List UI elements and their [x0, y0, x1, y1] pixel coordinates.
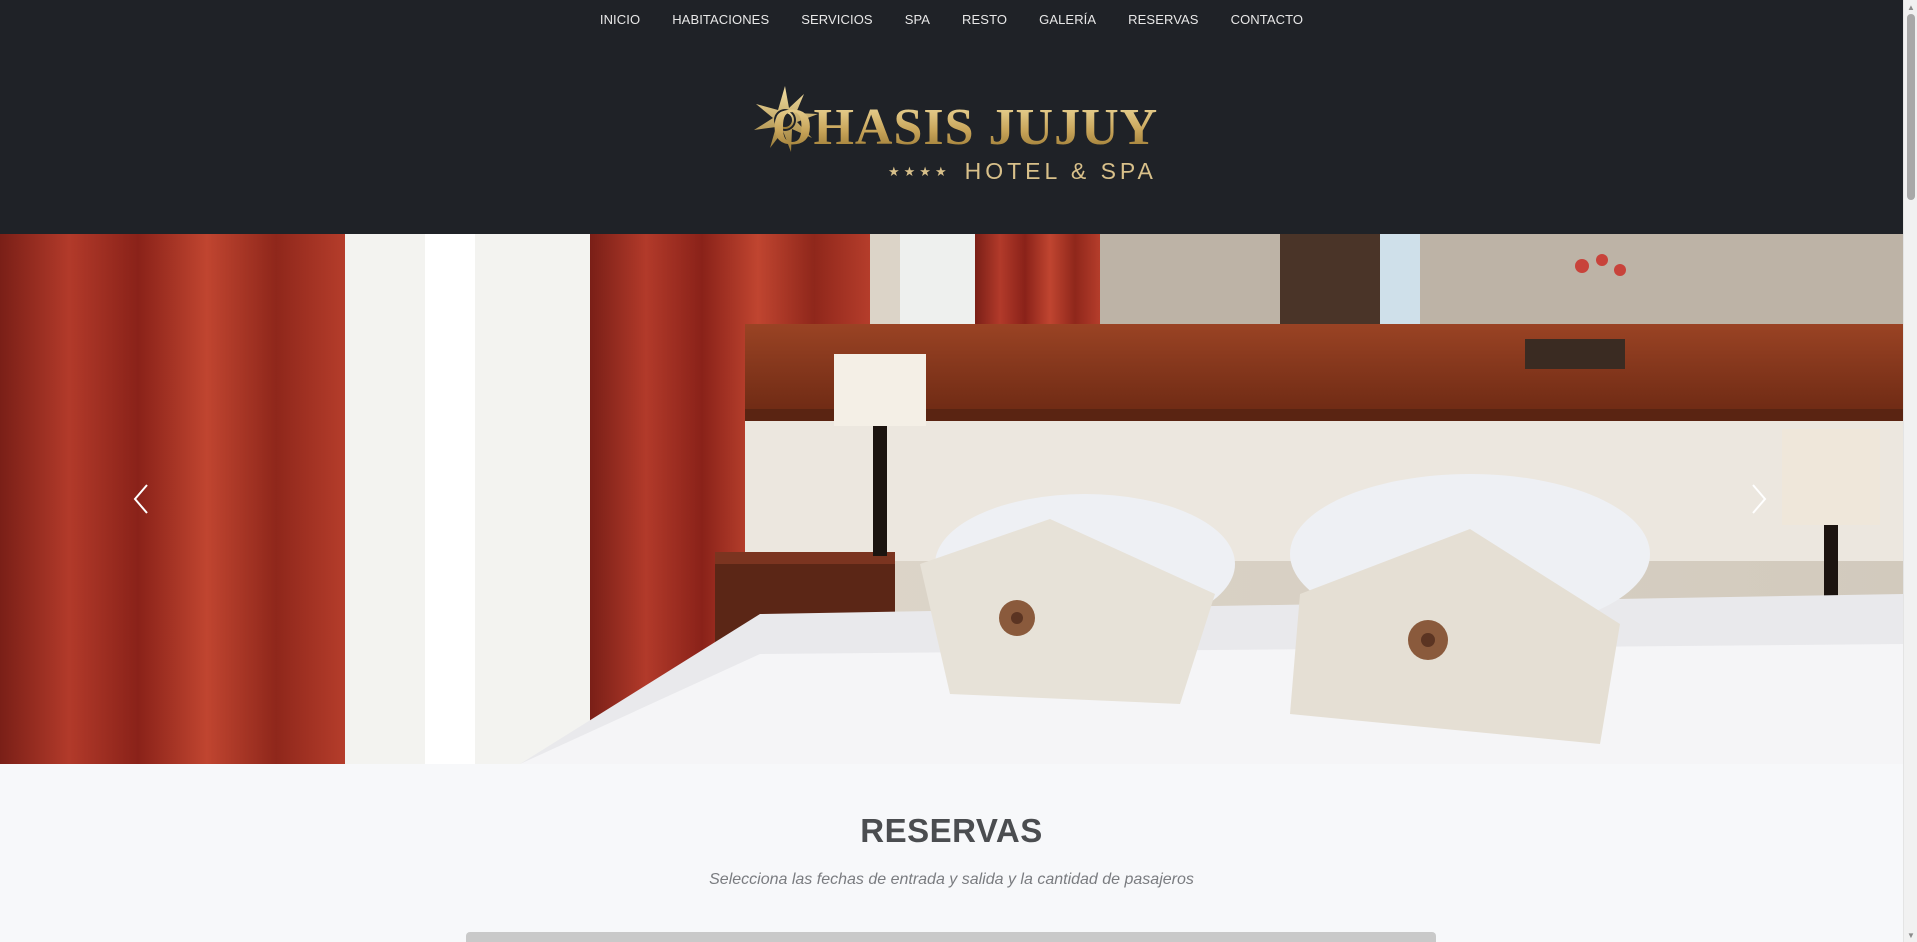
scroll-thumb[interactable] — [1907, 14, 1915, 200]
nav-item-inicio[interactable]: INICIO — [584, 12, 656, 28]
hero-room-photo — [0, 234, 1903, 764]
nav-item-habitaciones[interactable]: HABITACIONES — [656, 12, 785, 28]
logo-subtitle: HOTEL & SPA — [964, 158, 1157, 184]
nav-item-galeria[interactable]: GALERÍA — [1023, 12, 1112, 28]
nav-item-servicios[interactable]: SERVICIOS — [785, 12, 888, 28]
chevron-left-icon — [133, 484, 148, 514]
page-scrollbar[interactable]: ▲ ▼ — [1903, 0, 1917, 942]
logo-stars: ★★★★ — [888, 163, 951, 179]
nav-item-resto[interactable]: RESTO — [946, 12, 1023, 28]
booking-widget[interactable] — [466, 932, 1436, 942]
hero-carousel[interactable] — [0, 234, 1903, 764]
reservas-title: RESERVAS — [860, 812, 1043, 849]
logo-tagline: ★★★★ HOTEL & SPA — [888, 158, 1157, 185]
nav-item-spa[interactable]: SPA — [889, 12, 946, 28]
carousel-prev-button[interactable] — [124, 482, 158, 516]
main-nav: INICIO HABITACIONES SERVICIOS SPA RESTO … — [0, 12, 1903, 28]
chevron-right-icon — [1752, 484, 1767, 514]
reservas-subtitle: Selecciona las fechas de entrada y salid… — [709, 871, 1194, 888]
hotel-logo[interactable]: OHASIS JUJUY ★★★★ HOTEL & SPA — [752, 84, 1157, 190]
scroll-up-icon[interactable]: ▲ — [1904, 0, 1917, 14]
carousel-next-button[interactable] — [1742, 482, 1776, 516]
nav-item-contacto[interactable]: CONTACTO — [1215, 12, 1320, 28]
scroll-down-icon[interactable]: ▼ — [1904, 928, 1917, 942]
nav-item-reservas[interactable]: RESERVAS — [1112, 12, 1214, 28]
logo-name: OHASIS JUJUY — [772, 99, 1159, 156]
site-header: INICIO HABITACIONES SERVICIOS SPA RESTO … — [0, 0, 1903, 234]
